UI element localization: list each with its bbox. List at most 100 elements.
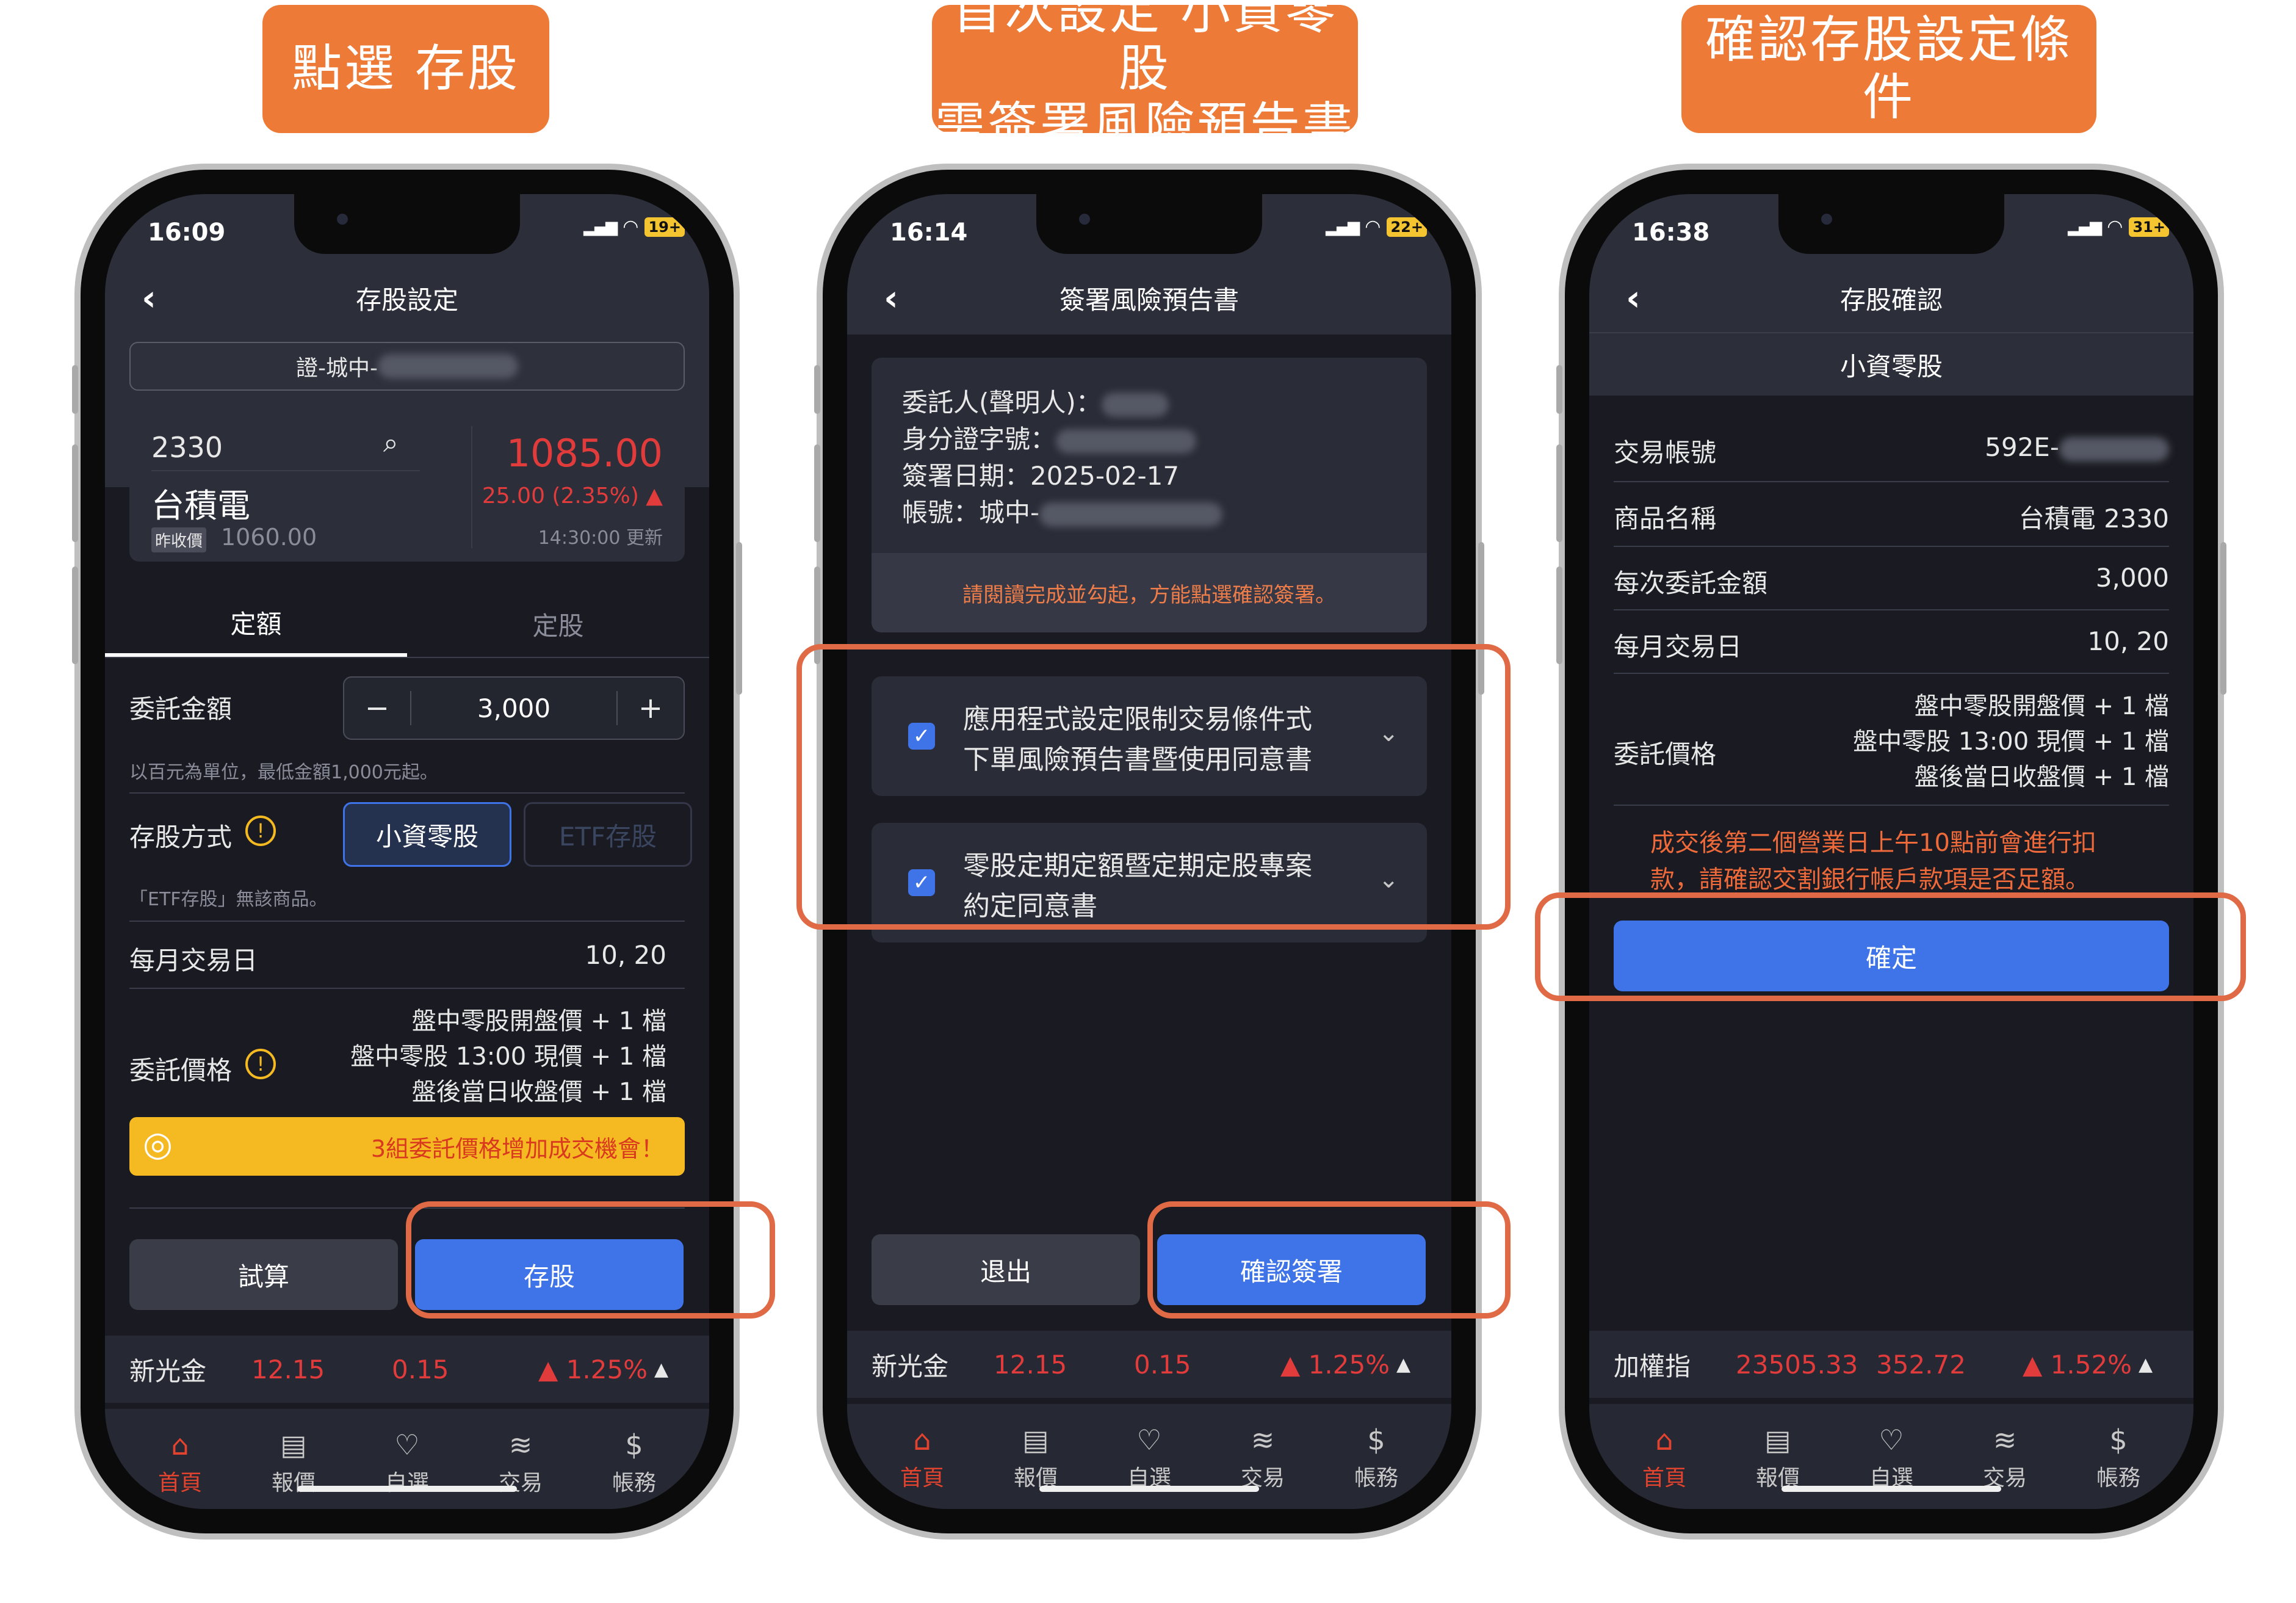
tab-quote[interactable]: ▤ 報價 — [1756, 1426, 1800, 1492]
volume-up-button — [1556, 444, 1562, 542]
masked-account — [2059, 436, 2169, 461]
expand-icon[interactable]: ▲ — [2139, 1354, 2153, 1375]
layers-icon: ≋ — [1251, 1424, 1275, 1456]
ticker-price: 23505.33 — [1736, 1349, 1858, 1380]
expand-icon[interactable]: ▲ — [1396, 1354, 1410, 1375]
tab-watchlist[interactable]: ♡ 自選 — [1127, 1426, 1171, 1492]
read-notice: 請閱讀完成並勾起，方能點選確認簽署。 — [872, 553, 1427, 632]
status-bar: 16:14 ▂▄▆ ◠ 22+ — [847, 194, 1451, 261]
price-line: 盤後當日收盤價 + 1 檔 — [1914, 763, 2169, 791]
deduction-warning: 成交後第二個營業日上午10點前會進行扣 — [1650, 829, 2096, 857]
trade-day-label: 每月交易日 — [129, 946, 258, 975]
calc-button[interactable]: 試算 — [129, 1239, 398, 1310]
ticker-bar[interactable]: 新光金 12.15 0.15 ▲ 1.25% ▲ — [847, 1331, 1451, 1398]
heart-icon: ♡ — [394, 1428, 420, 1461]
row-label: 商品名稱 — [1614, 504, 1717, 534]
phone-3: 16:38 ▂▄▆ ◠ 31+ ‹ 存股確認 小資零股 交易帳號 592E- 商品名… — [1556, 164, 2226, 1540]
divider — [1614, 673, 2169, 674]
tab-home[interactable]: ⌂ 首頁 — [1642, 1426, 1686, 1492]
tab-trade[interactable]: ≋ 交易 — [1241, 1426, 1285, 1492]
tab-account[interactable]: $ 帳務 — [1354, 1426, 1398, 1492]
tab-bar: ⌂ 首頁 ▤ 報價 ♡ 自選 ≋ 交易 $ 帳務 — [1589, 1404, 2193, 1509]
tab-watchlist[interactable]: ♡ 自選 — [1869, 1426, 1913, 1492]
tab-account[interactable]: $ 帳務 — [612, 1431, 656, 1497]
tab-trade[interactable]: ≋ 交易 — [1983, 1426, 2027, 1492]
masked-account — [1039, 502, 1223, 527]
highlight-save-button — [406, 1201, 775, 1319]
highlight-ok-button — [1535, 892, 2246, 1001]
row-value: 3,000 — [2095, 563, 2169, 593]
plus-button[interactable]: + — [616, 691, 684, 725]
wifi-icon: ◠ — [2107, 216, 2123, 237]
row-label: 每次委託金額 — [1614, 568, 1768, 598]
layers-icon: ≋ — [1993, 1424, 2017, 1456]
divider — [1614, 546, 2169, 547]
ticker-bar[interactable]: 加權指 23505.33 352.72 ▲ 1.52% ▲ — [1589, 1331, 2193, 1398]
back-icon[interactable]: ‹ — [884, 277, 898, 319]
volume-up-button — [814, 444, 820, 542]
tab-fixed-amount[interactable]: 定額 — [105, 591, 407, 657]
back-icon[interactable]: ‹ — [1626, 277, 1641, 319]
expand-icon[interactable]: ▲ — [654, 1359, 668, 1380]
mute-switch — [814, 365, 820, 414]
product-subtitle: 小資零股 — [1589, 332, 2193, 396]
home-icon: ⌂ — [171, 1428, 189, 1461]
clock: 16:14 — [890, 219, 968, 247]
masked-id — [1056, 429, 1197, 454]
amount-stepper: − 3,000 + — [343, 676, 685, 740]
account-selector[interactable]: 證-城中- — [129, 342, 685, 391]
row-value: 10, 20 — [2087, 626, 2169, 656]
battery-icon: 31+ — [2129, 217, 2169, 237]
target-icon: ◎ — [143, 1124, 173, 1164]
price-line: 盤中零股 13:00 現價 + 1 檔 — [1853, 728, 2169, 756]
price-line: 盤中零股開盤價 + 1 檔 — [411, 1007, 666, 1035]
back-icon[interactable]: ‹ — [142, 277, 156, 319]
option-etf-button[interactable]: ETF存股 — [524, 802, 692, 867]
tab-account[interactable]: $ 帳務 — [2096, 1426, 2140, 1492]
volume-down-button — [72, 566, 78, 664]
amount-input[interactable]: 3,000 — [411, 693, 616, 723]
nav-bar: ‹ 存股確認 — [1589, 267, 2193, 328]
home-indicator — [1782, 1486, 2001, 1492]
step-1-callout: 點選 存股 — [262, 5, 549, 133]
tab-label: 首頁 — [1642, 1466, 1686, 1491]
ticker-name: 新光金 — [872, 1351, 949, 1381]
volume-down-button — [1556, 566, 1562, 664]
tab-home[interactable]: ⌂ 首頁 — [158, 1431, 202, 1497]
stock-card: 2330 ⌕ 台積電 昨收價 1060.00 1085.00 25.00 (2.… — [129, 415, 685, 562]
home-icon: ⌂ — [913, 1424, 931, 1456]
stock-code: 2330 — [151, 431, 223, 464]
ticker-name: 新光金 — [129, 1356, 207, 1386]
option-odd-lot-button[interactable]: 小資零股 — [343, 802, 511, 867]
price-line: 盤後當日收盤價 + 1 檔 — [411, 1078, 666, 1106]
power-button — [736, 542, 742, 695]
search-icon[interactable]: ⌕ — [383, 427, 399, 458]
wifi-icon: ◠ — [623, 216, 639, 237]
tab-fixed-shares[interactable]: 定股 — [407, 591, 709, 657]
amount-label: 委託金額 — [129, 694, 233, 724]
layers-icon: ≋ — [508, 1428, 533, 1461]
info-icon[interactable]: ! — [245, 1049, 276, 1079]
info-icon[interactable]: ! — [245, 816, 276, 846]
prev-close-value: 1060.00 — [221, 524, 317, 551]
tab-home[interactable]: ⌂ 首頁 — [900, 1426, 944, 1492]
account-label: 帳號：城中- — [902, 498, 1040, 527]
tab-label: 帳務 — [612, 1471, 656, 1496]
minus-button[interactable]: − — [344, 691, 411, 725]
tab-quote[interactable]: ▤ 報價 — [1014, 1426, 1058, 1492]
clock: 16:38 — [1632, 219, 1710, 247]
price-line: 盤中零股 13:00 現價 + 1 檔 — [350, 1043, 666, 1071]
exit-button[interactable]: 退出 — [872, 1234, 1140, 1305]
ticker-bar[interactable]: 新光金 12.15 0.15 ▲ 1.25% ▲ — [105, 1336, 709, 1403]
prev-close-tag: 昨收價 — [151, 527, 207, 552]
page-title: 簽署風險預告書 — [1059, 284, 1239, 315]
callout-line: 需簽署風險預告書 — [934, 97, 1355, 155]
heart-icon: ♡ — [1879, 1424, 1904, 1456]
account-label: 證-城中- — [296, 356, 378, 381]
heart-icon: ♡ — [1136, 1424, 1162, 1456]
divider — [129, 792, 685, 794]
page-title: 存股設定 — [355, 284, 458, 315]
principal-row: 委託人(聲明人)： — [902, 382, 1169, 419]
ticker-change: 352.72 — [1876, 1349, 1966, 1380]
signer-info-card: 委託人(聲明人)： 身分證字號： 簽署日期：2025-02-17 帳號：城中- … — [872, 358, 1427, 632]
